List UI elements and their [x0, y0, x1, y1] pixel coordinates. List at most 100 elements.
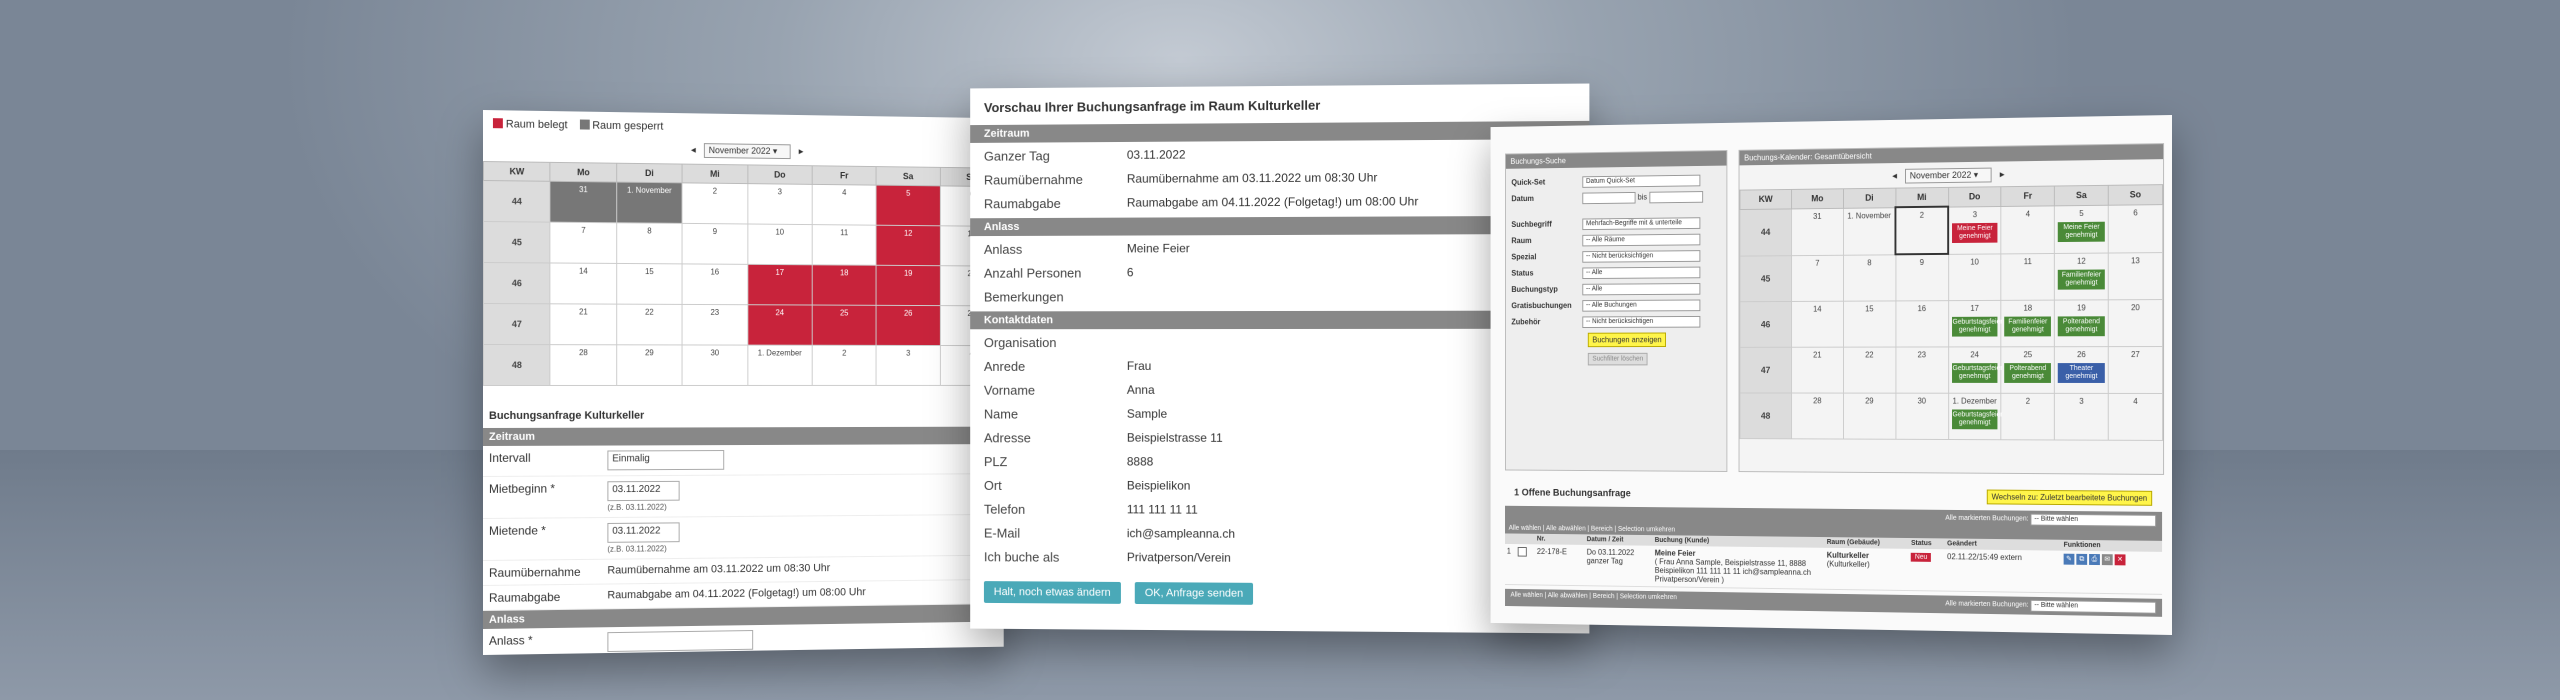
booking-event[interactable]: Geburtstagsfeier genehmigt — [1951, 363, 2003, 383]
calendar-day-cell[interactable]: 7 — [1791, 254, 1844, 302]
search-filter-select[interactable]: -- Nicht berücksichtigen — [1582, 315, 1701, 328]
switch-recent-button[interactable]: Wechseln zu: Zuletzt bearbeitete Buchung… — [1986, 489, 2153, 506]
calendar-day-cell[interactable]: 4 — [812, 184, 877, 226]
calendar-day-cell[interactable]: 12 Familienfeier genehmigt — [2054, 252, 2109, 301]
calendar-day-cell[interactable]: 21 — [550, 303, 617, 345]
calendar-day-cell[interactable]: 18 — [812, 264, 877, 306]
calendar-day-cell[interactable]: 24 — [747, 304, 813, 346]
month-select[interactable]: November 2022 ▾ — [703, 143, 791, 160]
calendar-day-cell[interactable]: 3 — [876, 345, 941, 386]
intervall-select[interactable]: Einmalig — [607, 450, 725, 471]
calendar-day-cell[interactable]: 29 — [616, 344, 683, 386]
calendar-day-cell[interactable]: 19 — [876, 265, 941, 306]
search-filter-select[interactable]: -- Nicht berücksichtigen — [1582, 249, 1701, 263]
datum-to-input[interactable] — [1649, 190, 1703, 203]
booking-event[interactable]: Familienfeier genehmigt — [2004, 316, 2052, 337]
calendar-day-cell[interactable]: 14 — [550, 262, 617, 305]
calendar-day-cell[interactable]: 8 — [1843, 254, 1896, 302]
calendar-day-cell[interactable]: 17 — [747, 264, 813, 306]
calendar-day-cell[interactable]: 10 — [1948, 253, 2002, 301]
booking-event[interactable]: Familienfeier genehmigt — [2058, 268, 2105, 290]
datum-from-input[interactable] — [1582, 191, 1636, 204]
show-bookings-button[interactable]: Buchungen anzeigen — [1587, 332, 1667, 348]
calendar-day-cell[interactable]: 23 — [682, 304, 748, 346]
calendar-day-cell[interactable]: 1. Dezember Geburtstagsfeier genehmigt — [1948, 393, 2003, 440]
change-button[interactable]: Halt, noch etwas ändern — [983, 581, 1121, 604]
calendar-day-cell[interactable]: 17 Geburtstagsfeier genehmigt — [1948, 300, 2003, 347]
search-filter-select[interactable]: -- Alle — [1582, 282, 1701, 295]
prev-month-icon[interactable]: ◂ — [1892, 171, 1897, 182]
calendar-day-cell[interactable]: 3 Meine Feier genehmigt — [1948, 205, 2002, 254]
calendar-day-cell[interactable]: 16 — [1895, 300, 1949, 348]
calendar-day-cell[interactable]: 1. November — [1843, 207, 1896, 255]
calendar-day-cell[interactable]: 28 — [1791, 393, 1844, 440]
calendar-day-cell[interactable]: 30 — [1895, 393, 1949, 440]
calendar-day-cell[interactable]: 21 — [1791, 347, 1844, 394]
booking-event[interactable]: Geburtstagsfeier genehmigt — [1951, 316, 2003, 337]
calendar-day-cell[interactable]: 13 — [2108, 252, 2163, 300]
delete-icon[interactable]: ✕ — [2114, 554, 2126, 566]
mietbeginn-input[interactable]: 03.11.2022 — [607, 480, 680, 502]
calendar-day-cell[interactable]: 3 — [2054, 393, 2109, 441]
calendar-day-cell[interactable]: 28 — [550, 344, 617, 386]
calendar-day-cell[interactable]: 25 — [812, 305, 877, 346]
calendar-day-cell[interactable]: 22 — [616, 304, 683, 345]
calendar-day-cell[interactable]: 2 — [1895, 206, 1949, 255]
calendar-day-cell[interactable]: 2 — [682, 182, 748, 224]
calendar-day-cell[interactable]: 12 — [876, 225, 941, 266]
calendar-day-cell[interactable]: 26 Theater genehmigt — [2054, 346, 2109, 394]
calendar-day-cell[interactable]: 25 Polterabend genehmigt — [2001, 346, 2055, 394]
search-filter-select[interactable]: -- Alle — [1582, 266, 1701, 279]
calendar-day-cell[interactable]: 10 — [747, 223, 813, 265]
anlass-input[interactable] — [607, 630, 754, 653]
calendar-day-cell[interactable]: 1. November — [616, 182, 683, 224]
quickset-select[interactable]: Datum Quick-Set — [1582, 174, 1701, 188]
prev-month-icon[interactable]: ◂ — [691, 145, 696, 156]
booking-event[interactable]: Polterabend genehmigt — [2004, 363, 2052, 383]
month-select[interactable]: November 2022 ▾ — [1904, 167, 1992, 184]
booking-event[interactable]: Geburtstagsfeier genehmigt — [1951, 409, 2003, 430]
calendar-day-cell[interactable]: 2 — [2001, 393, 2055, 440]
booking-event[interactable]: Meine Feier genehmigt — [2058, 221, 2105, 242]
calendar-day-cell[interactable]: 8 — [616, 222, 683, 264]
mietende-input[interactable]: 03.11.2022 — [607, 522, 680, 543]
calendar-day-cell[interactable]: 11 — [812, 224, 877, 266]
row-checkbox[interactable] — [1518, 546, 1528, 557]
calendar-day-cell[interactable]: 15 — [1843, 300, 1896, 348]
copy-icon[interactable]: ⧉ — [2076, 553, 2088, 565]
calendar-day-cell[interactable]: 6 — [2108, 204, 2163, 253]
calendar-day-cell[interactable]: 3 — [747, 183, 813, 225]
calendar-day-cell[interactable]: 15 — [616, 263, 683, 305]
selection-links-bottom[interactable]: Alle wählen | Alle abwählen | Bereich | … — [1510, 592, 1676, 606]
calendar-day-cell[interactable]: 2 — [812, 345, 877, 386]
print-icon[interactable]: ⎙ — [2089, 553, 2100, 566]
clear-filter-button[interactable]: Suchfilter löschen — [1587, 352, 1648, 366]
search-filter-select[interactable]: -- Alle Räume — [1582, 233, 1701, 246]
bulk-select[interactable]: -- Bitte wählen — [2030, 513, 2157, 527]
next-month-icon[interactable]: ▸ — [799, 146, 804, 157]
calendar-day-cell[interactable]: 19 Polterabend genehmigt — [2054, 299, 2109, 347]
booking-event[interactable]: Meine Feier genehmigt — [1952, 222, 1998, 243]
edit-icon[interactable]: ✎ — [2063, 553, 2075, 565]
calendar-day-cell[interactable]: 16 — [682, 263, 748, 305]
booking-event[interactable]: Theater genehmigt — [2058, 363, 2105, 383]
calendar-day-cell[interactable]: 31 — [1791, 207, 1844, 256]
calendar-day-cell[interactable]: 1. Dezember — [747, 345, 813, 386]
calendar-day-cell[interactable]: 23 — [1895, 346, 1949, 394]
calendar-day-cell[interactable]: 26 — [876, 305, 941, 346]
send-request-button[interactable]: OK, Anfrage senden — [1134, 582, 1254, 605]
mail-icon[interactable]: ✉ — [2101, 554, 2113, 566]
search-filter-select[interactable]: Mehrfach-Begriffe mit & unterteile — [1582, 216, 1701, 230]
search-filter-select[interactable]: -- Alle Buchungen — [1582, 299, 1701, 312]
calendar-day-cell[interactable]: 5 — [876, 185, 941, 226]
calendar-day-cell[interactable]: 9 — [682, 223, 748, 265]
calendar-day-cell[interactable]: 7 — [550, 222, 617, 264]
calendar-day-cell[interactable]: 5 Meine Feier genehmigt — [2054, 204, 2109, 253]
calendar-day-cell[interactable]: 14 — [1791, 301, 1844, 348]
calendar-day-cell[interactable]: 29 — [1843, 393, 1896, 440]
calendar-day-cell[interactable]: 20 — [2108, 299, 2163, 347]
table-row[interactable]: 1 22-178-E Do 03.11.2022 ganzer Tag Mein… — [1505, 543, 2163, 595]
calendar-day-cell[interactable]: 24 Geburtstagsfeier genehmigt — [1948, 346, 2003, 394]
calendar-day-cell[interactable]: 4 — [2001, 205, 2055, 254]
next-month-icon[interactable]: ▸ — [2000, 169, 2005, 180]
